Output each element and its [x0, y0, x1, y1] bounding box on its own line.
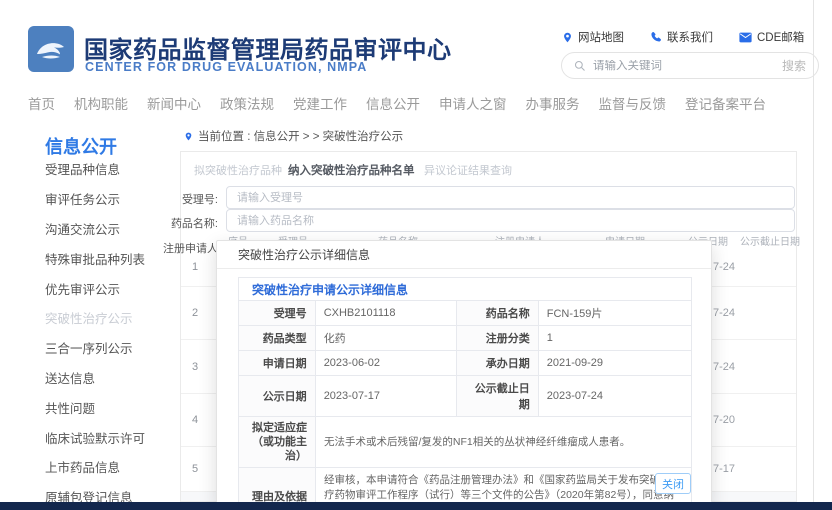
detail-row: 受理号 CXHB2101118 药品名称 FCN-159片 — [239, 301, 691, 326]
detail-modal: 突破性治疗公示详细信息 突破性治疗申请公示详细信息 受理号 CXHB210111… — [216, 240, 712, 505]
field-label: 受理号 — [239, 301, 315, 325]
header-quicklinks: 网站地图 联系我们 CDE邮箱 — [562, 28, 804, 46]
main-nav: 首页 机构职能 新闻中心 政策法规 党建工作 信息公开 申请人之窗 办事服务 监… — [0, 88, 813, 118]
location-pin-icon — [562, 31, 573, 44]
nav-item-services[interactable]: 办事服务 — [526, 93, 580, 113]
detail-section-title: 突破性治疗申请公示详细信息 — [239, 278, 691, 301]
field-label: 申请日期 — [239, 351, 315, 375]
mailbox-link[interactable]: CDE邮箱 — [739, 29, 804, 45]
breadcrumb-pin-icon — [184, 131, 193, 142]
nav-item-supervision[interactable]: 监督与反馈 — [599, 93, 667, 113]
acceptance-no-input[interactable] — [226, 186, 795, 209]
sidebar-item-marketed-drugs[interactable]: 上市药品信息 — [45, 452, 175, 482]
field-label: 药品名称 — [456, 301, 538, 325]
detail-row-indication: 拟定适应症（或功能主治） 无法手术或术后残留/复发的NF1相关的丛状神经纤维瘤成… — [239, 417, 691, 468]
field-label: 公示截止日期 — [456, 376, 538, 416]
nav-item-party[interactable]: 党建工作 — [293, 93, 347, 113]
field-label: 承办日期 — [456, 351, 538, 375]
field-value: CXHB2101118 — [315, 301, 456, 325]
field-value: 2023-07-17 — [315, 376, 456, 416]
field-label: 药品类型 — [239, 326, 315, 350]
nav-item-news[interactable]: 新闻中心 — [147, 93, 201, 113]
field-value: 无法手术或术后残留/复发的NF1相关的丛状神经纤维瘤成人患者。 — [315, 417, 691, 467]
sidebar-item-priority-review[interactable]: 优先审评公示 — [45, 273, 175, 303]
page: 国家药品监督管理局药品审评中心 CENTER FOR DRUG EVALUATI… — [0, 0, 832, 510]
contact-link[interactable]: 联系我们 — [650, 29, 713, 45]
mail-icon — [739, 32, 752, 43]
field-label: 拟定适应症（或功能主治） — [239, 417, 315, 467]
sidebar-item-common-issues[interactable]: 共性问题 — [45, 392, 175, 422]
search-icon — [574, 60, 586, 72]
field-value: 2023-06-02 — [315, 351, 456, 375]
nav-item-applicant[interactable]: 申请人之窗 — [439, 93, 507, 113]
drug-name-label: 药品名称: — [140, 215, 218, 231]
tab-proposed-breakthrough[interactable]: 拟突破性治疗品种 — [194, 162, 282, 178]
site-search: 搜索 — [561, 52, 819, 79]
field-label: 注册分类 — [456, 326, 538, 350]
sidebar-item-accepted-varieties[interactable]: 受理品种信息 — [45, 154, 175, 184]
search-input[interactable] — [593, 60, 775, 72]
search-button[interactable]: 搜索 — [782, 57, 806, 74]
sidebar-item-three-in-one[interactable]: 三合一序列公示 — [45, 333, 175, 363]
nav-item-disclosure[interactable]: 信息公开 — [366, 93, 420, 113]
nav-item-functions[interactable]: 机构职能 — [74, 93, 128, 113]
detail-row: 公示日期 2023-07-17 公示截止日期 2023-07-24 — [239, 376, 691, 417]
swan-logo-icon — [34, 34, 68, 64]
close-button[interactable]: 关闭 — [655, 473, 691, 494]
sidebar-item-breakthrough-therapy[interactable]: 突破性治疗公示 — [45, 303, 175, 333]
sidebar-item-clinical-trial[interactable]: 临床试验默示许可 — [45, 422, 175, 452]
detail-row: 申请日期 2023-06-02 承办日期 2021-09-29 — [239, 351, 691, 376]
field-value: 化药 — [315, 326, 456, 350]
nav-item-registration-platform[interactable]: 登记备案平台 — [685, 93, 766, 113]
breadcrumb-text: 当前位置 : 信息公开 > > 突破性治疗公示 — [198, 128, 403, 144]
field-value: 2023-07-24 — [538, 376, 691, 416]
detail-row: 药品类型 化药 注册分类 1 — [239, 326, 691, 351]
col-header-deadline: 公示截止日期 — [740, 233, 800, 248]
breadcrumb: 当前位置 : 信息公开 > > 突破性治疗公示 — [184, 128, 403, 144]
field-label: 公示日期 — [239, 376, 315, 416]
phone-icon — [650, 31, 662, 43]
field-value: FCN-159片 — [538, 301, 691, 325]
acceptance-no-label: 受理号: — [140, 191, 218, 207]
tab-included-breakthrough-list[interactable]: 纳入突破性治疗品种名单 — [288, 162, 415, 178]
nav-item-policy[interactable]: 政策法规 — [220, 93, 274, 113]
field-value: 2021-09-29 — [538, 351, 691, 375]
sitemap-link[interactable]: 网站地图 — [562, 29, 624, 45]
sidebar-item-delivery-info[interactable]: 送达信息 — [45, 363, 175, 393]
sidebar-menu: 受理品种信息 审评任务公示 沟通交流公示 特殊审批品种列表 优先审评公示 突破性… — [45, 154, 175, 510]
modal-title: 突破性治疗公示详细信息 — [217, 241, 711, 269]
field-value: 1 — [538, 326, 691, 350]
site-subtitle: CENTER FOR DRUG EVALUATION, NMPA — [85, 60, 367, 74]
drug-name-input[interactable] — [226, 209, 795, 232]
cde-logo — [28, 26, 74, 72]
tab-objection-results[interactable]: 异议论证结果查询 — [424, 162, 512, 178]
detail-table: 突破性治疗申请公示详细信息 受理号 CXHB2101118 药品名称 FCN-1… — [238, 277, 692, 510]
nav-item-home[interactable]: 首页 — [28, 93, 55, 113]
footer-bar — [0, 502, 832, 510]
page-right-divider — [813, 0, 814, 510]
